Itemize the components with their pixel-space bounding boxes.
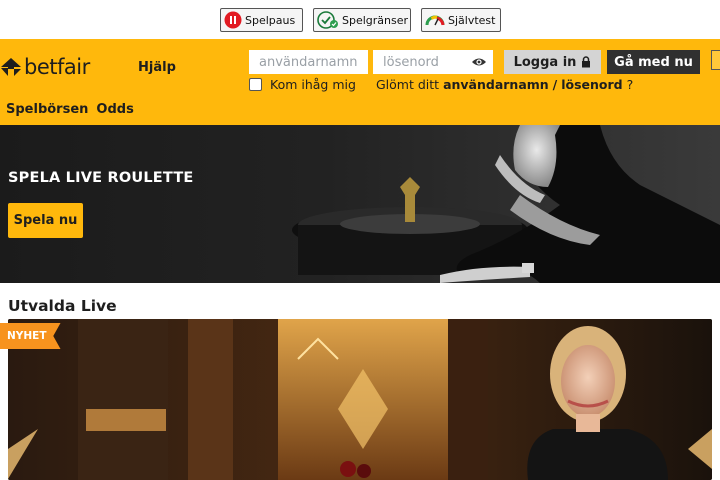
sjalvtest-label: Självtest	[448, 13, 496, 27]
site-header: betfair Hjälp användarnamnet lösenord Lo…	[0, 39, 720, 125]
hero-banner[interactable]: SPELA LIVE ROULETTE Spela nu	[0, 125, 720, 283]
login-label: Logga in	[513, 54, 577, 70]
show-password-icon[interactable]	[471, 55, 487, 69]
remember-checkbox[interactable]	[249, 78, 262, 91]
username-placeholder: användarnamnet	[259, 54, 358, 70]
featured-live-title: Utvalda Live	[8, 297, 117, 315]
nav-item-spelborsen[interactable]: Spelbörsen	[6, 102, 88, 117]
spelgranser-button[interactable]: Spelgränser	[313, 8, 411, 32]
spelpaus-label: Spelpaus	[245, 13, 296, 27]
logo-text: betfair	[24, 55, 90, 79]
password-placeholder: lösenord	[383, 54, 439, 70]
password-input[interactable]: lösenord	[373, 50, 493, 74]
spelgranser-label: Spelgränser	[342, 13, 409, 27]
featured-game-card[interactable]	[8, 319, 712, 480]
login-button[interactable]: Logga in	[504, 50, 601, 74]
spelpaus-button[interactable]: Spelpaus	[220, 8, 303, 32]
join-button[interactable]: Gå med nu	[607, 50, 700, 74]
logo-arrows-icon	[1, 58, 21, 76]
help-link[interactable]: Hjälp	[138, 60, 176, 75]
betfair-logo[interactable]: betfair	[0, 55, 90, 79]
join-label: Gå med nu	[614, 54, 693, 70]
forgot-username-link[interactable]: användarnamn	[443, 77, 549, 92]
pause-icon	[224, 11, 242, 29]
hero-image	[0, 125, 720, 283]
username-input[interactable]: användarnamnet	[249, 50, 368, 74]
new-badge: NYHET	[0, 323, 61, 349]
play-now-label: Spela nu	[13, 213, 78, 228]
main-nav: Spelbörsen Odds	[6, 102, 134, 117]
forgot-separator: /	[552, 77, 558, 92]
play-now-button[interactable]: Spela nu	[8, 203, 83, 238]
remember-me[interactable]: Kom ihåg mig	[249, 77, 356, 92]
forgot-password-link[interactable]: lösenord	[561, 77, 622, 92]
gauge-icon	[425, 15, 445, 26]
language-selector[interactable]	[711, 50, 720, 70]
remember-label: Kom ihåg mig	[270, 77, 356, 92]
forgot-suffix: ?	[626, 77, 634, 92]
forgot-prefix: Glömt ditt	[376, 77, 440, 92]
game-thumbnail	[8, 319, 712, 480]
hero-title: SPELA LIVE ROULETTE	[8, 170, 194, 186]
lock-icon	[582, 56, 591, 68]
nav-item-odds[interactable]: Odds	[96, 102, 133, 117]
forgot-credentials: Glömt ditt användarnamn / lösenord ?	[376, 77, 633, 92]
limits-icon	[317, 11, 338, 29]
regulatory-bar: Spelpaus Spelgränser Självtest	[0, 0, 720, 39]
sjalvtest-button[interactable]: Självtest	[421, 8, 501, 32]
